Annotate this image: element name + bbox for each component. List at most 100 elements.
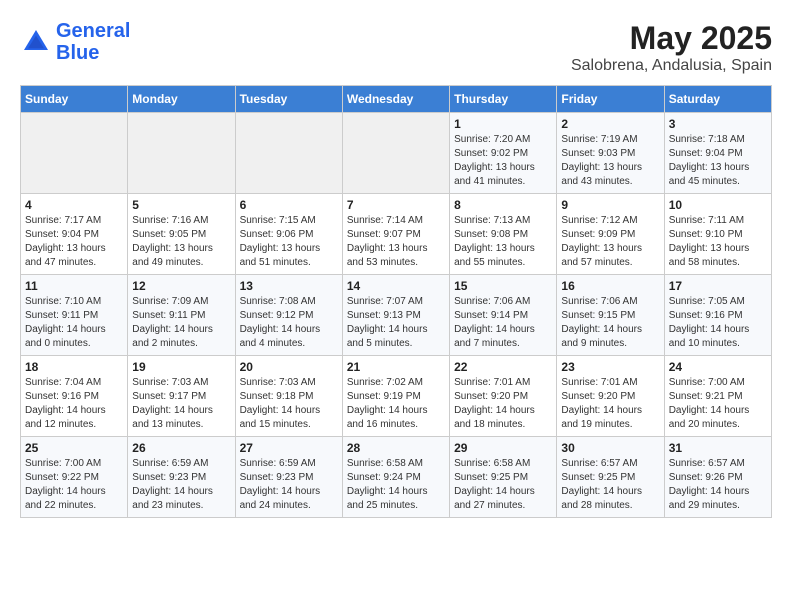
calendar-cell: 31 Sunrise: 6:57 AM Sunset: 9:26 PM Dayli… xyxy=(664,437,771,518)
day-number: 12 xyxy=(132,279,230,293)
day-number: 26 xyxy=(132,441,230,455)
day-content: Sunrise: 7:06 AM Sunset: 9:14 PM Dayligh… xyxy=(454,295,552,351)
calendar-cell: 20Sunrise: 7:03 AM Sunset: 9:18 PM Dayli… xyxy=(235,356,342,437)
calendar-cell: 12Sunrise: 7:09 AM Sunset: 9:11 PM Dayli… xyxy=(128,275,235,356)
day-number: 3 xyxy=(669,117,767,131)
day-content: Sunrise: 7:20 AM Sunset: 9:02 PM Dayligh… xyxy=(454,133,552,189)
day-content: Sunrise: 7:17 AM Sunset: 9:04 PM Dayligh… xyxy=(25,214,123,270)
calendar-cell: 11 Sunrise: 7:10 AM Sunset: 9:11 PM Dayli… xyxy=(21,275,128,356)
day-number: 19 xyxy=(132,360,230,374)
day-number: 21 xyxy=(347,360,445,374)
day-content: Sunrise: 6:58 AM Sunset: 9:25 PM Dayligh… xyxy=(454,457,552,513)
main-title: May 2025 xyxy=(571,20,772,57)
day-number: 18 xyxy=(25,360,123,374)
day-content: Sunrise: 7:01 AM Sunset: 9:20 PM Dayligh… xyxy=(454,376,552,432)
day-content: Sunrise: 7:16 AM Sunset: 9:05 PM Dayligh… xyxy=(132,214,230,270)
day-content: Sunrise: 7:04 AM Sunset: 9:16 PM Dayligh… xyxy=(25,376,123,432)
calendar-cell: 25 Sunrise: 7:00 AM Sunset: 9:22 PM Dayli… xyxy=(21,437,128,518)
day-number: 28 xyxy=(347,441,445,455)
calendar-cell: 4 Sunrise: 7:17 AM Sunset: 9:04 PM Daylig… xyxy=(21,194,128,275)
calendar-cell xyxy=(128,113,235,194)
calendar-cell: 9 Sunrise: 7:12 AM Sunset: 9:09 PM Daylig… xyxy=(557,194,664,275)
day-content: Sunrise: 6:59 AM Sunset: 9:23 PM Dayligh… xyxy=(132,457,230,513)
logo-line1: General xyxy=(56,20,130,42)
day-content: Sunrise: 7:03 AM Sunset: 9:18 PM Dayligh… xyxy=(240,376,338,432)
day-number: 27 xyxy=(240,441,338,455)
calendar-cell: 6Sunrise: 7:15 AM Sunset: 9:06 PM Daylig… xyxy=(235,194,342,275)
day-content: Sunrise: 7:12 AM Sunset: 9:09 PM Dayligh… xyxy=(561,214,659,270)
calendar-cell: 13Sunrise: 7:08 AM Sunset: 9:12 PM Dayli… xyxy=(235,275,342,356)
day-number: 31 xyxy=(669,441,767,455)
calendar-cell xyxy=(342,113,449,194)
header-day-tuesday: Tuesday xyxy=(235,86,342,113)
day-number: 29 xyxy=(454,441,552,455)
day-number: 30 xyxy=(561,441,659,455)
day-content: Sunrise: 6:58 AM Sunset: 9:24 PM Dayligh… xyxy=(347,457,445,513)
calendar-cell: 16Sunrise: 7:06 AM Sunset: 9:15 PM Dayli… xyxy=(557,275,664,356)
calendar-cell: 19 Sunrise: 7:03 AM Sunset: 9:17 PM Dayli… xyxy=(128,356,235,437)
title-block: May 2025 Salobrena, Andalusia, Spain xyxy=(571,20,772,75)
calendar-cell: 5 Sunrise: 7:16 AM Sunset: 9:05 PM Daylig… xyxy=(128,194,235,275)
page-header: General Blue May 2025 Salobrena, Andalus… xyxy=(20,20,772,75)
calendar-cell: 26 Sunrise: 6:59 AM Sunset: 9:23 PM Dayli… xyxy=(128,437,235,518)
calendar-week-row: 11 Sunrise: 7:10 AM Sunset: 9:11 PM Dayli… xyxy=(21,275,772,356)
day-number: 11 xyxy=(25,279,123,293)
calendar-cell: 27Sunrise: 6:59 AM Sunset: 9:23 PM Dayli… xyxy=(235,437,342,518)
calendar-week-row: 1 Sunrise: 7:20 AM Sunset: 9:02 PM Daylig… xyxy=(21,113,772,194)
calendar-cell: 10 Sunrise: 7:11 AM Sunset: 9:10 PM Dayli… xyxy=(664,194,771,275)
day-content: Sunrise: 7:11 AM Sunset: 9:10 PM Dayligh… xyxy=(669,214,767,270)
day-number: 2 xyxy=(561,117,659,131)
day-number: 7 xyxy=(347,198,445,212)
header-day-thursday: Thursday xyxy=(450,86,557,113)
calendar-cell: 21 Sunrise: 7:02 AM Sunset: 9:19 PM Dayli… xyxy=(342,356,449,437)
calendar-cell: 29 Sunrise: 6:58 AM Sunset: 9:25 PM Dayli… xyxy=(450,437,557,518)
day-content: Sunrise: 7:10 AM Sunset: 9:11 PM Dayligh… xyxy=(25,295,123,351)
calendar-cell: 3 Sunrise: 7:18 AM Sunset: 9:04 PM Daylig… xyxy=(664,113,771,194)
calendar-cell xyxy=(235,113,342,194)
header-day-friday: Friday xyxy=(557,86,664,113)
day-content: Sunrise: 7:00 AM Sunset: 9:22 PM Dayligh… xyxy=(25,457,123,513)
day-number: 6 xyxy=(240,198,338,212)
day-content: Sunrise: 7:18 AM Sunset: 9:04 PM Dayligh… xyxy=(669,133,767,189)
header-day-sunday: Sunday xyxy=(21,86,128,113)
calendar-cell: 23Sunrise: 7:01 AM Sunset: 9:20 PM Dayli… xyxy=(557,356,664,437)
calendar-cell xyxy=(21,113,128,194)
header-day-saturday: Saturday xyxy=(664,86,771,113)
calendar-week-row: 18 Sunrise: 7:04 AM Sunset: 9:16 PM Dayli… xyxy=(21,356,772,437)
day-number: 25 xyxy=(25,441,123,455)
header-day-wednesday: Wednesday xyxy=(342,86,449,113)
day-number: 15 xyxy=(454,279,552,293)
day-number: 1 xyxy=(454,117,552,131)
logo-text: General Blue xyxy=(56,20,130,64)
day-number: 10 xyxy=(669,198,767,212)
day-content: Sunrise: 6:57 AM Sunset: 9:26 PM Dayligh… xyxy=(669,457,767,513)
calendar-cell: 1 Sunrise: 7:20 AM Sunset: 9:02 PM Daylig… xyxy=(450,113,557,194)
calendar-cell: 2 Sunrise: 7:19 AM Sunset: 9:03 PM Daylig… xyxy=(557,113,664,194)
day-content: Sunrise: 7:00 AM Sunset: 9:21 PM Dayligh… xyxy=(669,376,767,432)
calendar-cell: 24Sunrise: 7:00 AM Sunset: 9:21 PM Dayli… xyxy=(664,356,771,437)
day-content: Sunrise: 7:19 AM Sunset: 9:03 PM Dayligh… xyxy=(561,133,659,189)
day-content: Sunrise: 7:02 AM Sunset: 9:19 PM Dayligh… xyxy=(347,376,445,432)
day-content: Sunrise: 7:06 AM Sunset: 9:15 PM Dayligh… xyxy=(561,295,659,351)
day-content: Sunrise: 7:03 AM Sunset: 9:17 PM Dayligh… xyxy=(132,376,230,432)
calendar-cell: 15 Sunrise: 7:06 AM Sunset: 9:14 PM Dayli… xyxy=(450,275,557,356)
logo-icon xyxy=(20,26,52,58)
calendar-cell: 22 Sunrise: 7:01 AM Sunset: 9:20 PM Dayli… xyxy=(450,356,557,437)
day-number: 14 xyxy=(347,279,445,293)
calendar-header-row: SundayMondayTuesdayWednesdayThursdayFrid… xyxy=(21,86,772,113)
day-content: Sunrise: 6:57 AM Sunset: 9:25 PM Dayligh… xyxy=(561,457,659,513)
day-number: 4 xyxy=(25,198,123,212)
calendar-table: SundayMondayTuesdayWednesdayThursdayFrid… xyxy=(20,85,772,518)
calendar-cell: 28 Sunrise: 6:58 AM Sunset: 9:24 PM Dayli… xyxy=(342,437,449,518)
day-number: 5 xyxy=(132,198,230,212)
calendar-cell: 8Sunrise: 7:13 AM Sunset: 9:08 PM Daylig… xyxy=(450,194,557,275)
day-number: 22 xyxy=(454,360,552,374)
header-day-monday: Monday xyxy=(128,86,235,113)
logo-line2: Blue xyxy=(56,42,99,64)
day-number: 8 xyxy=(454,198,552,212)
day-number: 9 xyxy=(561,198,659,212)
calendar-cell: 7Sunrise: 7:14 AM Sunset: 9:07 PM Daylig… xyxy=(342,194,449,275)
day-content: Sunrise: 7:07 AM Sunset: 9:13 PM Dayligh… xyxy=(347,295,445,351)
calendar-week-row: 4 Sunrise: 7:17 AM Sunset: 9:04 PM Daylig… xyxy=(21,194,772,275)
sub-title: Salobrena, Andalusia, Spain xyxy=(571,57,772,75)
